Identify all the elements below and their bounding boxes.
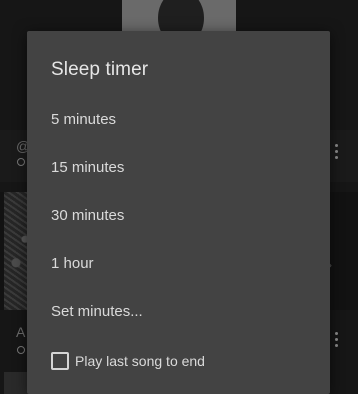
play-last-song-checkbox[interactable] — [51, 352, 69, 370]
sleep-timer-dialog: Sleep timer 5 minutes 15 minutes 30 minu… — [27, 31, 330, 394]
dialog-title: Sleep timer — [51, 59, 149, 80]
list-item-title: A — [16, 324, 26, 340]
play-last-song-checkbox-row[interactable]: Play last song to end — [27, 343, 330, 377]
status-dot-icon — [17, 158, 25, 166]
more-options-icon[interactable] — [335, 144, 339, 160]
option-label: Set minutes... — [51, 303, 143, 320]
more-options-icon[interactable] — [335, 332, 339, 348]
option-15-minutes[interactable]: 15 minutes — [27, 145, 330, 193]
app-screen: @ › A Sleep timer 5 minutes 15 minutes 3… — [0, 0, 358, 394]
option-label: 1 hour — [51, 255, 94, 272]
option-label: 5 minutes — [51, 111, 117, 128]
option-1-hour[interactable]: 1 hour — [27, 241, 330, 289]
checkbox-label: Play last song to end — [75, 353, 205, 369]
option-30-minutes[interactable]: 30 minutes — [27, 193, 330, 241]
option-5-minutes[interactable]: 5 minutes — [27, 97, 330, 145]
status-dot-icon — [17, 346, 25, 354]
option-label: 30 minutes — [51, 207, 125, 224]
option-label: 15 minutes — [51, 159, 125, 176]
option-set-minutes[interactable]: Set minutes... — [27, 289, 330, 337]
